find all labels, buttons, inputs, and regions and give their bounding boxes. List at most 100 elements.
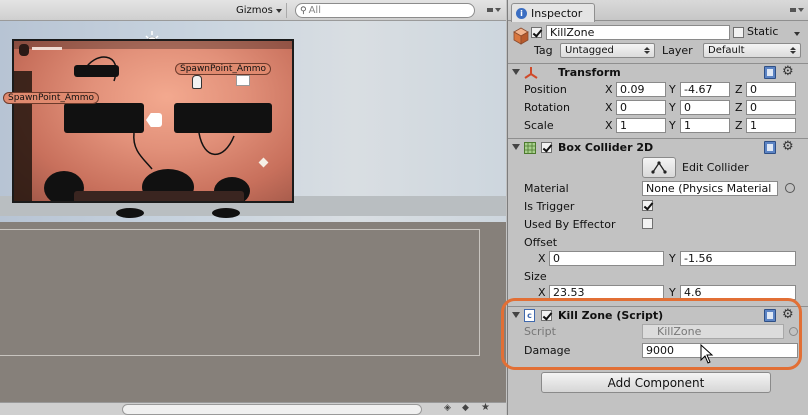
search-icon: ⚲ [300,5,307,16]
updown-arrows-icon [644,47,650,54]
scene-search-placeholder: All [308,5,321,16]
layers-icon[interactable]: ◈ [444,403,451,413]
material-label: Material [524,182,569,195]
size-y-field[interactable]: 4.6 [680,285,796,300]
position-x-field[interactable]: 0.09 [616,82,666,97]
add-component-button[interactable]: Add Component [541,372,771,393]
static-dropdown-icon[interactable] [794,32,800,36]
layer-dropdown[interactable]: Default [703,43,801,58]
layer-label: Layer [662,44,693,57]
box-collider-title: Box Collider 2D [558,141,654,154]
rotation-y-field[interactable]: 0 [680,100,730,115]
object-picker-icon [789,327,798,336]
script-field-value: KillZone [657,325,702,338]
edit-collider-button[interactable] [642,157,676,178]
static-checkbox[interactable] [733,27,744,38]
box-collider-component-header[interactable]: Box Collider 2D ⚙ [508,138,808,156]
gameobject-active-checkbox[interactable] [531,27,542,38]
transform-component-header[interactable]: Transform ⚙ [508,63,808,81]
script-field: KillZone [642,324,784,339]
star-icon[interactable]: ★ [481,402,490,413]
gameobject-header: KillZone Static Tag Untagged Layer Defau… [508,22,808,62]
axis-y-label: Y [669,252,676,265]
inspector-tab-bar: i Inspector [508,0,808,22]
chevron-down-icon [275,8,282,13]
used-by-effector-checkbox[interactable] [642,218,653,229]
inspector-tab-label: Inspector [531,6,583,20]
axis-z-label: Z [735,101,743,114]
scene-search-input[interactable]: ⚲ All [295,3,475,18]
object-picker-icon[interactable] [785,183,795,193]
rotation-z-field[interactable]: 0 [746,100,796,115]
size-label: Size [524,270,547,283]
tag-icon[interactable]: ◆ [462,403,469,413]
axis-x-label: X [605,119,613,132]
offscreen-blob-left [116,208,144,218]
layer-value: Default [708,45,745,56]
scene-view[interactable]: Gizmos ⚲ All SpawnPoint_Ammo SpawnPoint_… [0,0,506,415]
scene-menu-icon[interactable] [487,5,501,15]
edit-collider-label: Edit Collider [682,161,749,174]
top-left-marker-icon [19,44,29,56]
scale-x-field[interactable]: 1 [616,118,666,133]
book-icon[interactable] [764,309,776,322]
script-label: Script [524,325,556,338]
transform-title: Transform [558,66,621,79]
scale-z-field[interactable]: 1 [746,118,796,133]
axis-z-label: Z [735,83,743,96]
foldout-arrow-icon[interactable] [512,69,520,75]
rotation-label: Rotation [524,101,571,114]
kill-zone-title: Kill Zone (Script) [558,309,664,322]
info-icon: i [516,7,527,19]
axis-x-label: X [605,83,613,96]
rotation-x-field[interactable]: 0 [616,100,666,115]
damage-label: Damage [524,344,571,357]
damage-field[interactable]: 9000 [642,343,798,358]
is-trigger-checkbox[interactable] [642,200,653,211]
material-field[interactable]: None (Physics Material [642,181,778,196]
gear-icon[interactable]: ⚙ [782,308,796,322]
axis-y-label: Y [669,101,676,114]
tag-value: Untagged [565,45,614,56]
gear-icon[interactable]: ⚙ [782,65,796,79]
camera-bounds-frame [0,229,480,356]
tab-inspector[interactable]: i Inspector [511,3,595,22]
axis-y-label: Y [669,286,676,299]
kill-zone-enabled-checkbox[interactable] [541,310,552,321]
spawn-point-label-left[interactable]: SpawnPoint_Ammo [3,92,100,104]
kill-zone-component-header[interactable]: c Kill Zone (Script) ⚙ [508,306,808,324]
inspector-menu-icon[interactable] [790,5,804,15]
lives-bar [32,47,62,50]
offset-x-field[interactable]: 0 [549,251,664,266]
axis-x-label: X [605,101,613,114]
script-icon: c [524,309,535,322]
project-search-input[interactable] [122,404,422,415]
gear-icon[interactable]: ⚙ [782,140,796,154]
foldout-arrow-icon[interactable] [512,144,520,150]
position-y-field[interactable]: -4.67 [680,82,730,97]
spawn-point-label-top[interactable]: SpawnPoint_Ammo [175,63,272,75]
offset-y-field[interactable]: -1.56 [680,251,796,266]
gizmos-label: Gizmos [236,5,273,16]
axis-z-label: Z [735,119,743,132]
offscreen-blob-right [212,208,240,218]
gizmos-dropdown[interactable]: Gizmos [232,3,287,18]
edit-collider-icon [651,161,667,174]
size-x-field[interactable]: 23.53 [549,285,664,300]
box-collider-enabled-checkbox[interactable] [541,142,552,153]
foldout-arrow-icon[interactable] [512,312,520,318]
inspector-panel: i Inspector KillZone Static Tag Untagged… [507,0,808,415]
ammo-gizmo-icon [236,75,250,86]
gameobject-name-field[interactable]: KillZone [546,25,730,40]
book-icon[interactable] [764,141,776,154]
scale-y-field[interactable]: 1 [680,118,730,133]
axis-y-label: Y [669,83,676,96]
book-icon[interactable] [764,66,776,79]
scene-toolbar: Gizmos ⚲ All [0,0,506,21]
static-label: Static [747,25,779,38]
scale-label: Scale [524,119,554,132]
position-z-field[interactable]: 0 [746,82,796,97]
tag-label: Tag [534,44,553,57]
player-character-icon [192,75,202,89]
tag-dropdown[interactable]: Untagged [560,43,655,58]
